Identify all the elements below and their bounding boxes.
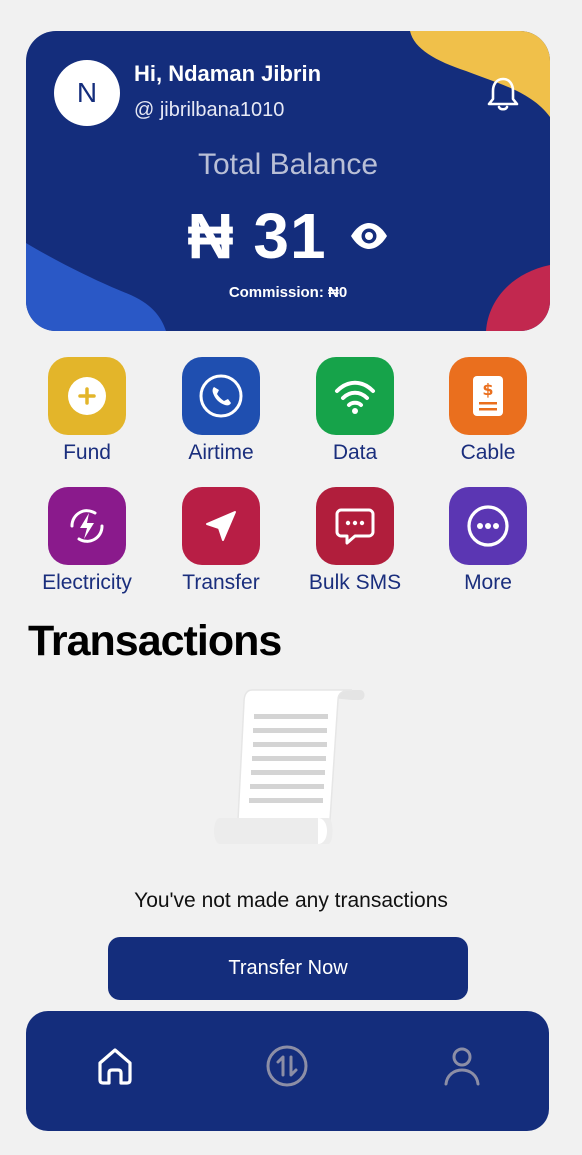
service-more[interactable]: More: [423, 487, 553, 595]
service-bulk-sms[interactable]: Bulk SMS: [290, 487, 420, 595]
wifi-icon: [335, 380, 375, 414]
service-label-airtime: Airtime: [188, 441, 254, 464]
airtime-tile[interactable]: [182, 357, 260, 435]
lightning-icon: [70, 509, 104, 543]
service-label-transfer: Transfer: [182, 571, 260, 594]
greeting-text: Hi, Ndaman Jibrin: [134, 61, 322, 86]
electricity-tile[interactable]: [48, 487, 126, 565]
avatar[interactable]: N: [54, 60, 120, 126]
service-data[interactable]: Data: [290, 357, 420, 465]
bulk-sms-tile[interactable]: [316, 487, 394, 565]
transfer-tile[interactable]: [182, 487, 260, 565]
home-icon[interactable]: [92, 1043, 138, 1089]
bottom-navigation: [26, 1011, 549, 1131]
service-label-bulk-sms: Bulk SMS: [308, 571, 402, 594]
service-transfer[interactable]: Transfer: [156, 487, 286, 595]
username-text: @ jibrilbana1010: [134, 99, 285, 121]
status-bar-area: [0, 0, 582, 14]
more-icon: [467, 505, 509, 547]
eye-icon[interactable]: [349, 221, 389, 251]
plus-icon: [68, 377, 106, 415]
transactions-heading: Transactions: [28, 617, 282, 665]
more-tile[interactable]: [449, 487, 527, 565]
service-label-electricity: Electricity: [42, 571, 132, 594]
fund-tile[interactable]: [48, 357, 126, 435]
transactions-icon[interactable]: [264, 1043, 310, 1089]
data-tile[interactable]: [316, 357, 394, 435]
service-label-more: More: [464, 571, 512, 594]
balance-amount: ₦ 31: [187, 200, 327, 272]
service-cable[interactable]: $ Cable: [423, 357, 553, 465]
svg-text:$: $: [482, 380, 493, 399]
balance-card: N Hi, Ndaman Jibrin @ jibrilbana1010 Tot…: [26, 31, 550, 331]
service-label-data: Data: [332, 441, 378, 464]
bell-icon[interactable]: [484, 75, 522, 115]
receipt-icon: [214, 689, 365, 844]
profile-icon[interactable]: [439, 1043, 485, 1089]
service-airtime[interactable]: Airtime: [156, 357, 286, 465]
balance-label: Total Balance: [197, 148, 379, 181]
cable-tile[interactable]: $: [449, 357, 527, 435]
avatar-initial: N: [76, 77, 98, 108]
phone-icon: [199, 374, 243, 418]
service-electricity[interactable]: Electricity: [22, 487, 152, 595]
send-icon: [206, 511, 236, 541]
message-icon: [335, 508, 375, 545]
service-fund[interactable]: Fund: [22, 357, 152, 465]
bill-icon: $: [473, 376, 503, 416]
empty-transactions-message: You've not made any transactions: [134, 889, 448, 912]
service-label-fund: Fund: [63, 441, 111, 464]
service-label-cable: Cable: [460, 441, 516, 464]
transfer-now-button[interactable]: Transfer Now: [108, 937, 468, 1000]
commission-text: Commission: ₦0: [228, 284, 348, 301]
